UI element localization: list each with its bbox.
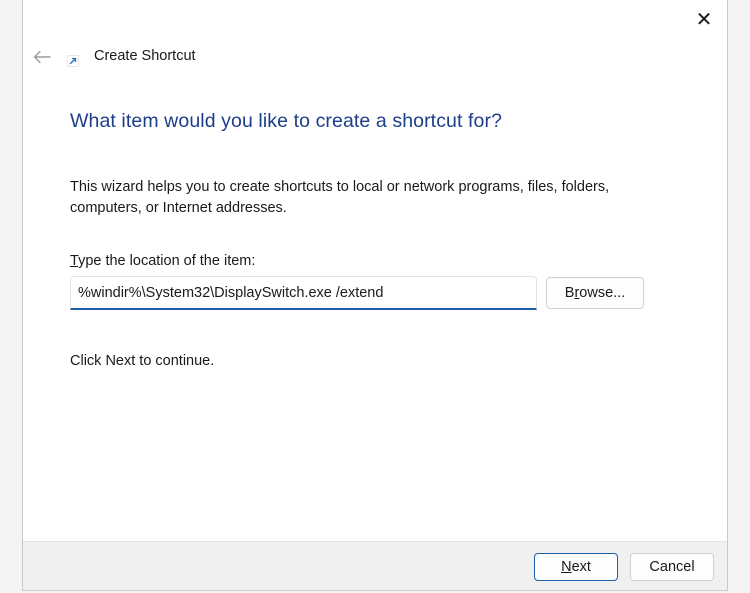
close-button[interactable]: ✕ [689, 6, 719, 32]
page-heading: What item would you like to create a sho… [70, 110, 503, 132]
window-title: Create Shortcut [94, 48, 196, 64]
browse-label-pre: B [564, 285, 575, 301]
close-icon: ✕ [695, 8, 713, 31]
browse-button[interactable]: Br owse... [546, 277, 644, 309]
shortcut-icon [67, 55, 79, 67]
back-arrow-icon [33, 50, 51, 64]
dialog-footer: Next Cancel [23, 541, 727, 590]
cancel-label: Cancel [649, 559, 695, 575]
next-label-rest: ext [571, 559, 591, 575]
browse-label-post: owse... [579, 285, 626, 301]
location-label-accelerator: T [70, 253, 79, 269]
cancel-button[interactable]: Cancel [630, 553, 714, 581]
location-input[interactable] [70, 276, 537, 310]
next-label-accelerator: N [561, 559, 572, 575]
wizard-description: This wizard helps you to create shortcut… [70, 179, 610, 216]
continue-hint: Click Next to continue. [70, 353, 215, 369]
location-label-text: ype the location of the item: [78, 253, 256, 269]
location-label: Type the location of the item: [70, 253, 255, 269]
next-button[interactable]: Next [534, 553, 618, 581]
create-shortcut-dialog: ✕ Create Shortcut What item would you li… [22, 0, 728, 591]
back-button[interactable] [29, 44, 55, 70]
